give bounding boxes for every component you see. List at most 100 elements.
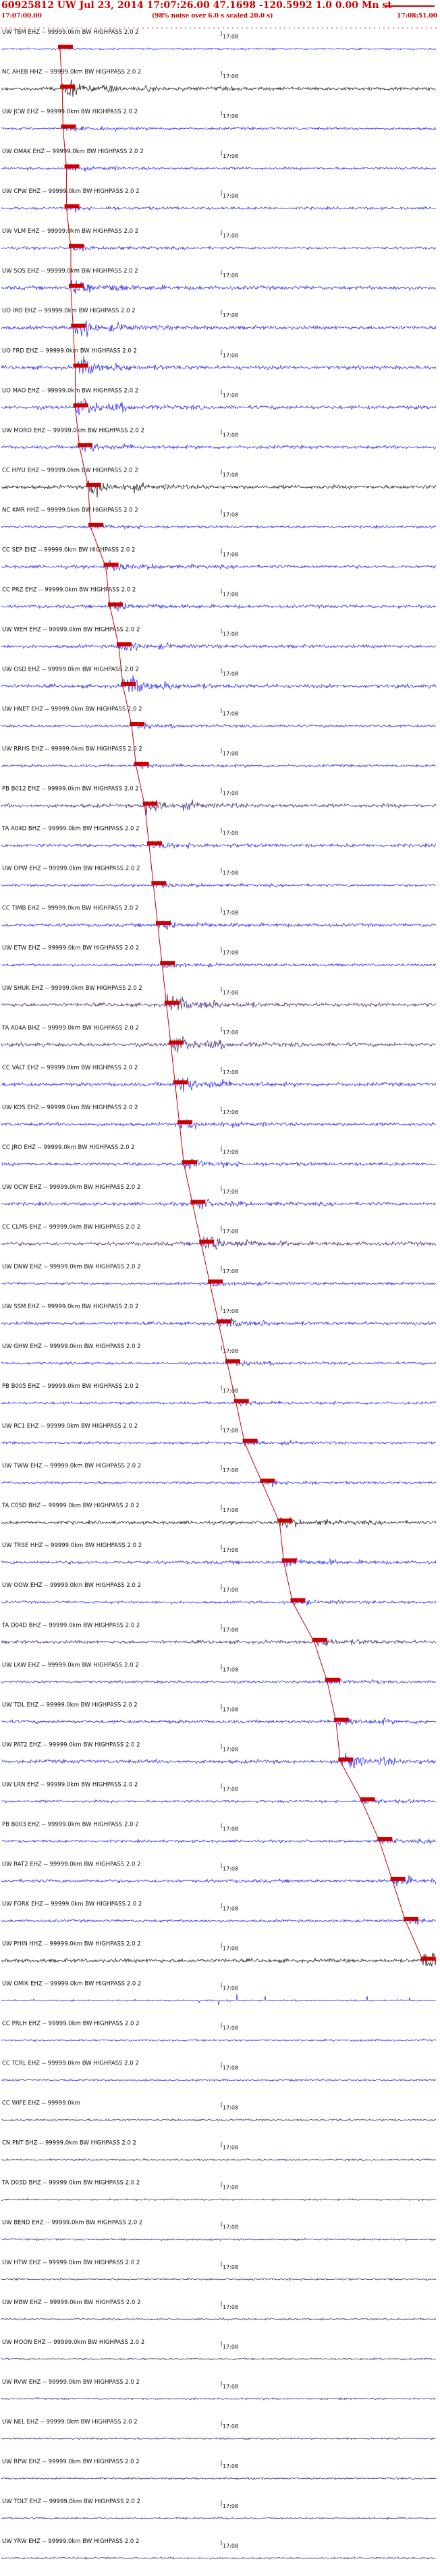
seismogram-trace: UW WEH EHZ -- 99999.0km BW HIGHPASS 2.0 … (1, 626, 437, 652)
trace-waveform (1, 881, 437, 889)
seismogram-trace: UW LRN EHZ -- 99999.0km BW HIGHPASS 2.0 … (1, 1781, 437, 1805)
minute-label: 17:08 (223, 1189, 238, 1195)
pick-marker (360, 1797, 375, 1801)
trace-label: UW RAT2 EHZ -- 99999.0km BW HIGHPASS 2.0… (2, 1861, 141, 1868)
pick-marker (199, 1239, 215, 1244)
minute-label: 17:08 (223, 1308, 238, 1314)
minute-label: 17:08 (223, 1905, 238, 1911)
minute-label: 17:08 (223, 551, 238, 557)
trace-label: UO FRD EHZ -- 99999.0km BW HIGHPASS 2.0 … (2, 347, 137, 354)
trace-waveform (1, 2357, 437, 2361)
trace-waveform (1, 2237, 437, 2242)
trace-label: UW OMIK EHZ -- 99999.0km BW HIGHPASS 2.0… (2, 1981, 141, 1988)
trace-waveform (1, 642, 437, 652)
minute-label: 17:08 (223, 990, 238, 996)
seismogram-trace: TA D03D BHZ -- 99999.0km BW HIGHPASS 2.0… (1, 2180, 437, 2202)
trace-label: CC HIYU EHZ -- 99999.0km BW HIGHPASS 2.0… (2, 467, 138, 474)
seismogram-trace: UW TOLT EHZ -- 99999.0km BW HIGHPASS 2.0… (1, 2498, 437, 2520)
trace-label: UW TOLT EHZ -- 99999.0km BW HIGHPASS 2.0… (2, 2498, 140, 2505)
trace-label: UW LKW EHZ -- 99999.0km BW HIGHPASS 2.0 … (2, 1662, 139, 1669)
trace-label: UW KOS EHZ -- 99999.0km BW HIGHPASS 2.0 … (2, 1104, 138, 1111)
minute-label: 17:08 (223, 1268, 238, 1275)
trace-waveform (1, 523, 437, 530)
trace-label: CC PRZ EHZ -- 99999.0km BW HIGHPASS 2.0 … (2, 586, 136, 593)
seismogram-trace: UW OMIK EHZ -- 99999.0km BW HIGHPASS 2.0… (1, 1981, 437, 2006)
pick-marker (390, 1876, 406, 1881)
seismogram-trace: UW TDL EHZ -- 99999.0km BW HIGHPASS 2.0 … (1, 1702, 437, 1726)
minute-label: 17:08 (223, 1388, 238, 1394)
minute-label: 17:08 (223, 591, 238, 597)
minute-label: 17:08 (223, 392, 238, 398)
seismogram-trace: UW RRHS EHZ -- 99999.0km BW HIGHPASS 2.0… (1, 746, 437, 770)
seismogram-trace: UO MAO EHZ -- 99999.0km BW HIGHPASS 2.0 … (1, 387, 437, 416)
trace-label: UW RVW EHZ -- 99999.0km BW HIGHPASS 2.0 … (2, 2379, 140, 2386)
minute-label: 17:08 (223, 233, 238, 239)
seismogram-trace: UW DNW EHZ -- 99999.0km BW HIGHPASS 2.0 … (1, 1264, 437, 1287)
trace-label: NC AHEB HHZ -- 99999.0km BW HIGHPASS 2.0… (2, 69, 141, 76)
trace-label: PB B003 EHZ -- 99999.0km BW HIGHPASS 2.0… (2, 1821, 139, 1828)
seismogram-trace: UW RVW EHZ -- 99999.0km BW HIGHPASS 2.0 … (1, 2379, 437, 2401)
seismogram-trace: PB B003 EHZ -- 99999.0km BW HIGHPASS 2.0… (1, 1821, 437, 1845)
seismogram-trace: UW GHW EHZ -- 99999.0km BW HIGHPASS 2.0 … (1, 1343, 437, 1367)
seismogram-trace: UW PHIN HHZ -- 99999.0km BW HIGHPASS 2.0… (1, 1941, 437, 1967)
trace-label: UW JCW EHZ -- 99999.0km BW HIGHPASS 2.0 … (2, 109, 138, 115)
minute-label: 17:08 (223, 1667, 238, 1673)
trace-waveform (1, 1752, 436, 1769)
trace-label: UW SHUK EHZ -- 99999.0km BW HIGHPASS 2.0… (2, 985, 142, 992)
trace-label: UW MOON EHZ -- 99999.0km BW HIGHPASS 2.0… (2, 2339, 144, 2346)
minute-label: 17:08 (223, 1786, 238, 1792)
seismogram-trace: CC JRO EHZ -- 99999.0km BW HIGHPASS 2.0 … (1, 1144, 437, 1170)
minute-label: 17:08 (223, 2224, 238, 2231)
seismogram-trace: CC VALT EHZ -- 99999.0km BW HIGHPASS 2.0… (1, 1065, 437, 1093)
seismogram-trace: UW YRW EHZ -- 99999.0km BW HIGHPASS 2.0 … (1, 2538, 437, 2560)
seismogram-trace: CC PRLH EHZ -- 99999.0km BW HIGHPASS 2.0… (1, 2021, 437, 2042)
trace-label: TA A04A BHZ -- 99999.0km BW HIGHPASS 2.0… (1, 1025, 139, 1032)
trace-waveform (1, 762, 437, 770)
seismogram-trace: UW RPW EHZ -- 99999.0km BW HIGHPASS 2.0 … (1, 2459, 437, 2480)
trace-label: UW OCW EHZ -- 99999.0km BW HIGHPASS 2.0 … (2, 1184, 140, 1191)
seismogram-trace: UW PAT2 EHZ -- 99999.0km BW HIGHPASS 2.0… (1, 1741, 436, 1769)
trace-waveform (1, 320, 437, 337)
pick-marker (277, 1518, 293, 1523)
minute-label: 17:08 (223, 2025, 238, 2032)
trace-waveform (1, 1360, 437, 1367)
pick-marker (377, 1837, 393, 1841)
minute-label: 17:08 (223, 2065, 238, 2071)
trace-label: UW ETW EHZ -- 99999.0km BW HIGHPASS 2.0 … (2, 945, 139, 952)
minute-label: 17:08 (223, 1826, 238, 1832)
trace-waveform (1, 600, 437, 612)
minute-label: 17:08 (223, 1627, 238, 1633)
seismogram-trace: UW OOW EHZ -- 99999.0km BW HIGHPASS 2.0 … (1, 1582, 437, 1606)
minute-label: 17:08 (223, 1507, 238, 1513)
seismogram-trace: UW FORK EHZ -- 99999.0km BW HIGHPASS 2.0… (1, 1901, 437, 1926)
trace-label: UO IRO EHZ -- 99999.0km BW HIGHPASS 2.0 … (2, 308, 136, 314)
trace-label: TA D04D BHZ -- 99999.0km BW HIGHPASS 2.0… (1, 1622, 140, 1629)
trace-label: CC VALT EHZ -- 99999.0km BW HIGHPASS 2.0… (2, 1065, 138, 1071)
pick-marker (57, 45, 73, 49)
trace-waveform (1, 840, 437, 849)
pick-marker (420, 1956, 436, 1961)
seismogram-trace: UW MBW EHZ -- 99999.0km BW HIGHPASS 2.0 … (1, 2299, 437, 2321)
seismogram-trace: CC PRZ EHZ -- 99999.0km BW HIGHPASS 2.0 … (1, 586, 437, 612)
trace-waveform (1, 1837, 437, 1845)
seismogram-trace: UW OSD EHZ -- 99999.0km BW HIGHPASS 2.0 … (1, 667, 437, 693)
noise-note: (98% noise over 6.0 s scaled 20.0 s) (152, 13, 273, 20)
seismogram-trace: UW TBM EHZ -- 99999.0km BW HIGHPASS 2.0 … (1, 29, 437, 51)
seismogram-trace: TA A04D BHZ -- 99999.0km BW HIGHPASS 2.0… (1, 826, 437, 849)
minute-label: 17:08 (223, 831, 238, 837)
seismogram-trace: UW MOON EHZ -- 99999.0km BW HIGHPASS 2.0… (1, 2339, 437, 2361)
trace-label: UW MORO EHZ -- 99999.0km BW HIGHPASS 2.0… (2, 427, 144, 434)
trace-label: UW FORK EHZ -- 99999.0km BW HIGHPASS 2.0… (2, 1901, 142, 1907)
seismogram-trace: CC WIFE EHZ -- 99999.0km 17:08 (1, 2100, 437, 2122)
trace-waveform (1, 2477, 437, 2480)
seismogram-trace: UW TRSE HHZ -- 99999.0km BW HIGHPASS 2.0… (1, 1542, 437, 1567)
minute-label: 17:08 (223, 1866, 238, 1872)
trace-waveform (1, 1638, 437, 1647)
event-title: 60925812 UW Jul 23, 2014 17:07:26.00 47.… (1, 0, 392, 11)
minute-label: 17:08 (223, 671, 238, 677)
trace-label: UO MAO EHZ -- 99999.0km BW HIGHPASS 2.0 … (2, 387, 138, 394)
seismogram-trace: UW OCW EHZ -- 99999.0km BW HIGHPASS 2.0 … (1, 1184, 437, 1210)
seismogram-trace: CC TIMB EHZ -- 99999.0km BW HIGHPASS 2.0… (1, 905, 437, 930)
minute-label: 17:08 (223, 1986, 238, 1992)
minute-label: 17:08 (223, 2145, 238, 2151)
